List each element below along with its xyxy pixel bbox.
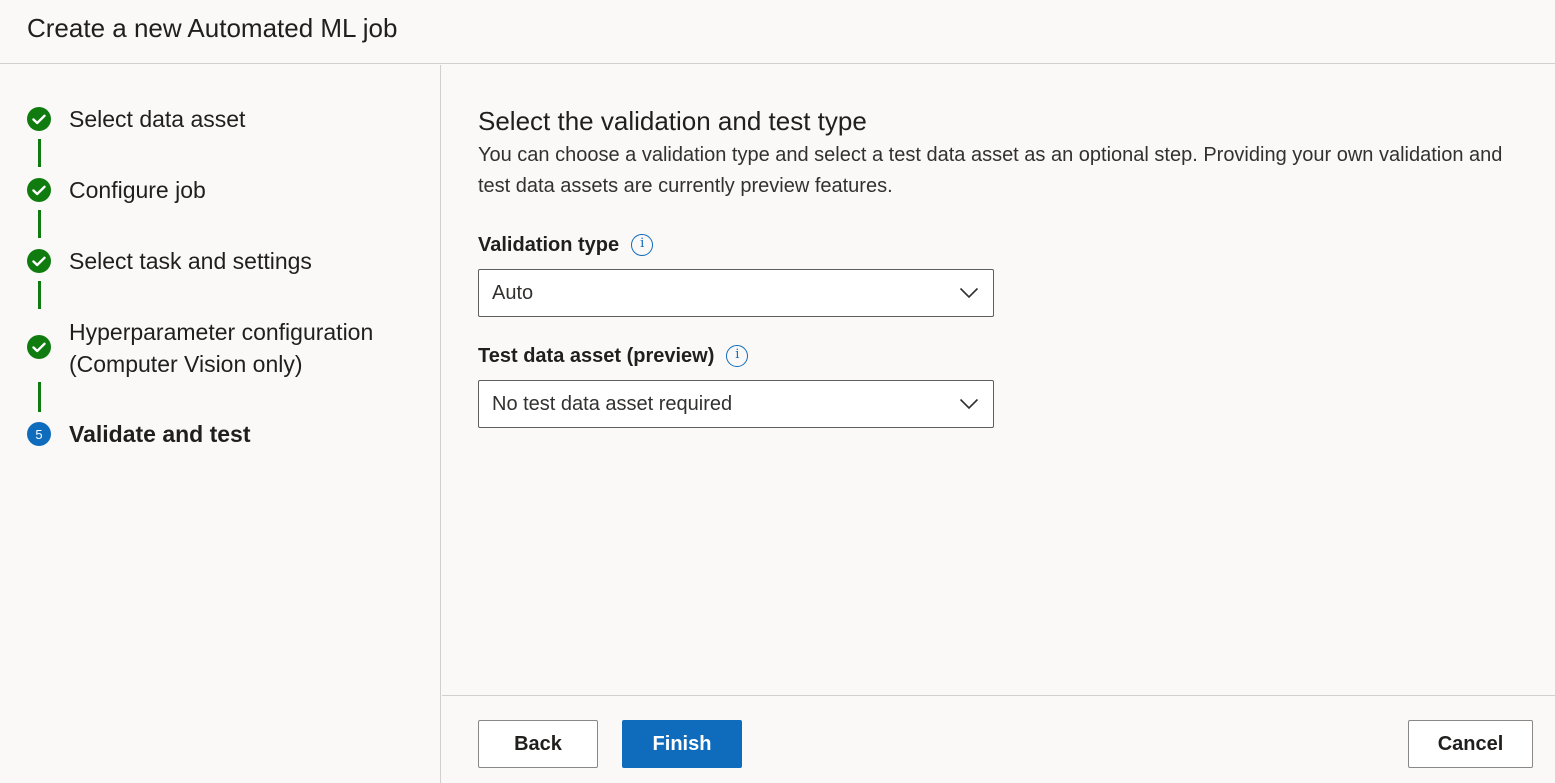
test-data-asset-dropdown[interactable]: No test data asset required <box>478 380 994 428</box>
main-content: Select the validation and test type You … <box>442 65 1555 695</box>
dropdown-value: No test data asset required <box>492 393 733 415</box>
step-label-line-2: (Computer Vision only) <box>69 351 303 377</box>
step-label: Configure job <box>69 177 206 203</box>
step-validate-and-test[interactable]: 5 Validate and test <box>27 421 251 450</box>
section-description: You can choose a validation type and sel… <box>478 144 1503 197</box>
checkmark-icon <box>27 178 51 202</box>
test-data-asset-label: Test data asset (preview) i <box>478 342 749 370</box>
info-icon[interactable]: i <box>726 345 749 367</box>
dropdown-value: Auto <box>492 282 534 304</box>
step-select-task-and-settings[interactable]: Select task and settings <box>27 248 312 277</box>
step-connector <box>38 382 41 412</box>
chevron-down-icon <box>959 398 979 410</box>
info-icon[interactable]: i <box>631 234 654 256</box>
wizard-steps-sidebar: Select data asset Configure job Select t… <box>0 65 441 783</box>
finish-button[interactable]: Finish <box>622 720 742 768</box>
step-number-badge: 5 <box>27 422 51 446</box>
section-title: Select the validation and test type <box>478 106 867 136</box>
page-title: Create a new Automated ML job <box>27 13 398 43</box>
cancel-button[interactable]: Cancel <box>1408 720 1533 768</box>
step-configure-job[interactable]: Configure job <box>27 177 206 206</box>
step-label-line-1: Hyperparameter configuration <box>69 319 374 345</box>
chevron-down-icon <box>959 287 979 299</box>
step-select-data-asset[interactable]: Select data asset <box>27 106 245 135</box>
step-connector <box>38 139 41 167</box>
checkmark-icon <box>27 335 51 359</box>
step-hyperparameter-configuration[interactable] <box>27 335 51 359</box>
validation-type-label: Validation type i <box>478 231 654 259</box>
step-connector <box>38 210 41 238</box>
back-button[interactable]: Back <box>478 720 598 768</box>
step-label: Validate and test <box>69 421 251 447</box>
checkmark-icon <box>27 107 51 131</box>
page-header: Create a new Automated ML job <box>0 0 1555 64</box>
step-label: Select data asset <box>69 106 246 132</box>
validation-type-dropdown[interactable]: Auto <box>478 269 994 317</box>
step-label: Hyperparameter configuration (Computer V… <box>69 316 373 380</box>
step-label: Select task and settings <box>69 248 312 274</box>
checkmark-icon <box>27 249 51 273</box>
wizard-footer: Back Finish Cancel <box>442 695 1555 783</box>
step-connector <box>38 281 41 309</box>
